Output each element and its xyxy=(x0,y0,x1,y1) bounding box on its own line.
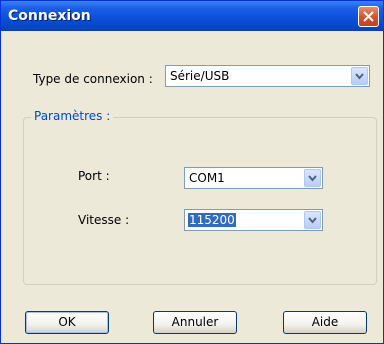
ok-button[interactable]: OK xyxy=(25,311,109,334)
port-label: Port : xyxy=(78,169,110,183)
connection-type-select[interactable]: Série/USB xyxy=(165,65,370,87)
connection-type-dropdown-button[interactable] xyxy=(351,67,368,85)
chevron-down-icon xyxy=(308,175,317,182)
connexion-dialog: Connexion Type de connexion : Série/USB … xyxy=(0,0,384,344)
port-select[interactable]: COM1 xyxy=(184,167,323,189)
speed-label: Vitesse : xyxy=(78,213,130,227)
help-button[interactable]: Aide xyxy=(283,311,367,334)
cancel-button[interactable]: Annuler xyxy=(153,311,237,334)
close-button[interactable] xyxy=(358,6,379,27)
speed-value: 115200 xyxy=(188,213,236,227)
parameters-legend: Paramètres : xyxy=(31,109,114,123)
window-title: Connexion xyxy=(8,8,91,24)
chevron-down-icon xyxy=(355,73,364,80)
close-icon xyxy=(363,11,374,22)
title-bar[interactable]: Connexion xyxy=(1,1,383,31)
speed-select[interactable]: 115200 xyxy=(184,209,323,231)
port-dropdown-button[interactable] xyxy=(304,169,321,187)
connection-type-label: Type de connexion : xyxy=(33,72,153,86)
speed-dropdown-button[interactable] xyxy=(304,211,321,229)
port-value: COM1 xyxy=(189,171,225,185)
parameters-groupbox xyxy=(23,117,377,285)
chevron-down-icon xyxy=(308,217,317,224)
connection-type-value: Série/USB xyxy=(170,69,230,83)
